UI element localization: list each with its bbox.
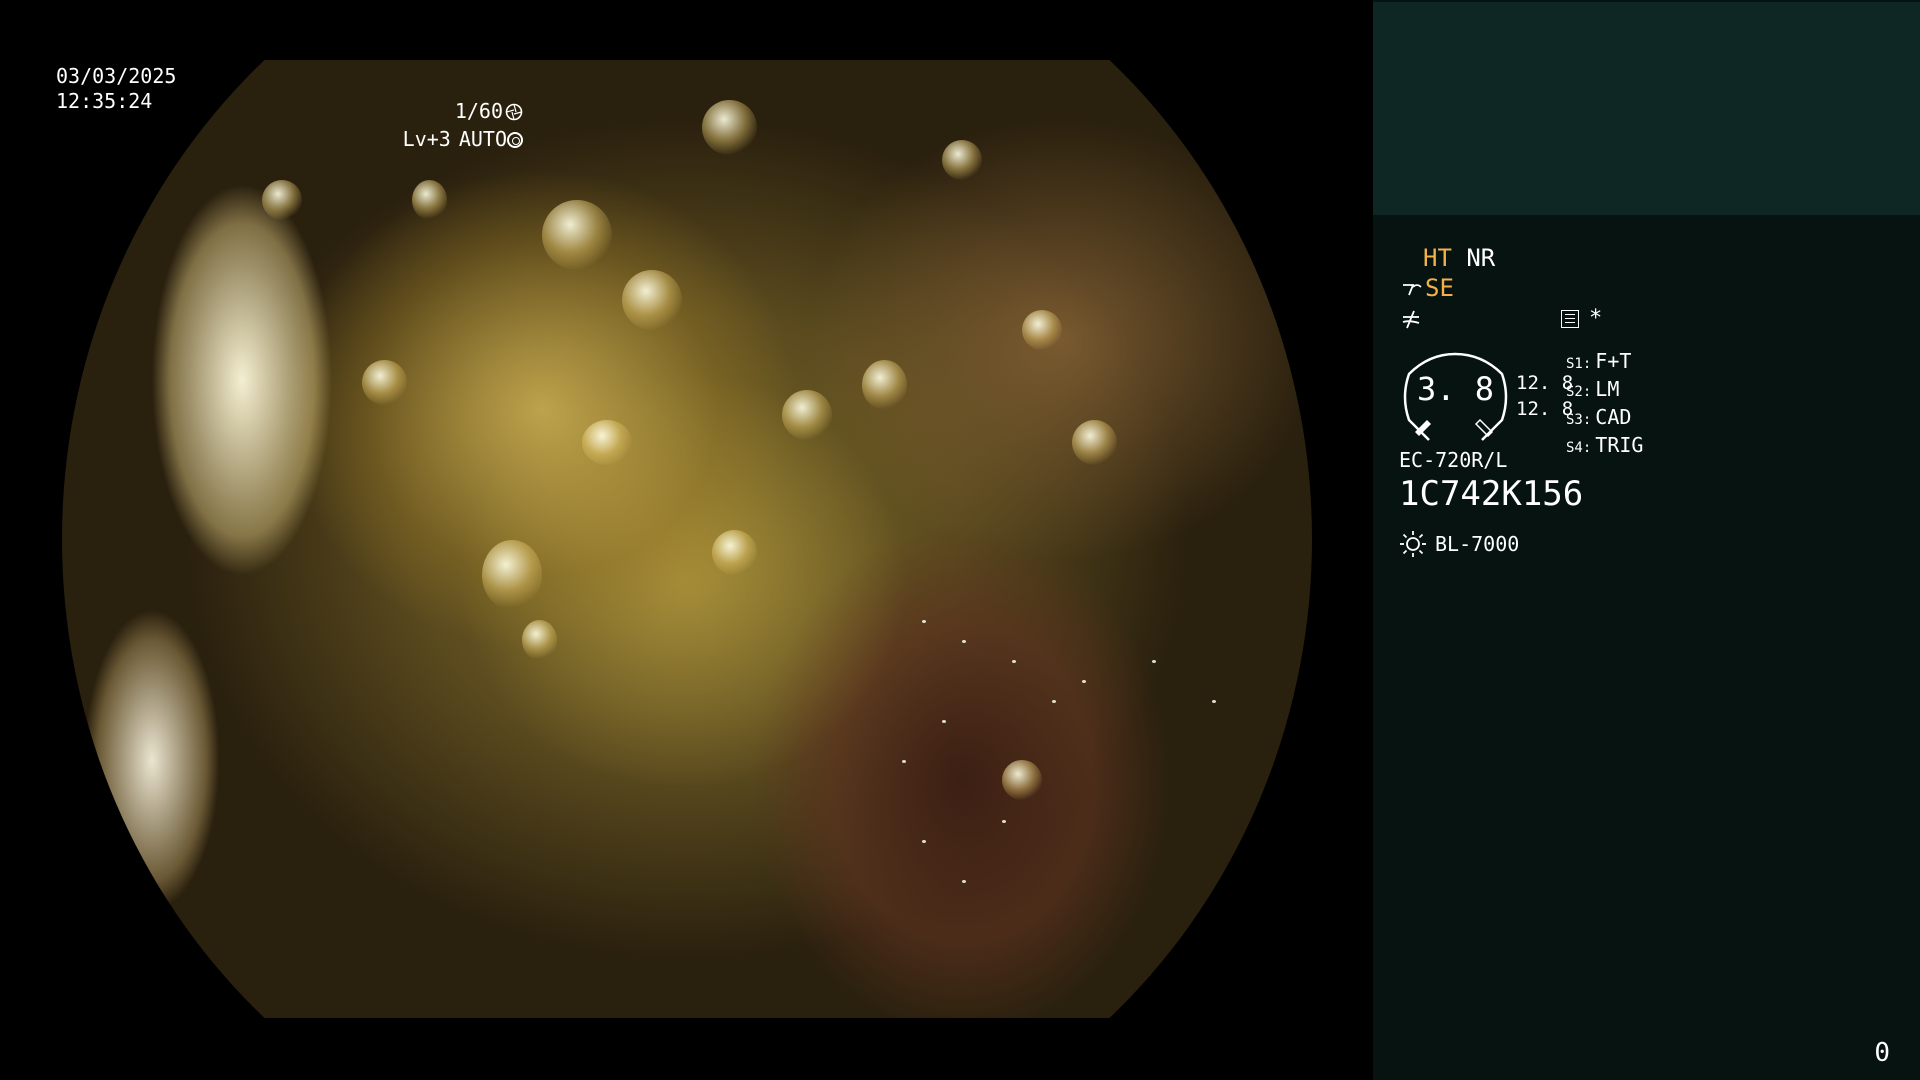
light-source-row: BL-7000 [1399,530,1519,558]
speck [1012,660,1016,663]
se-status: SE [1401,274,1454,302]
shutter-speed-text: 1/60 [454,99,503,123]
level-text: Lv+3 [402,127,451,151]
bubble [702,100,757,155]
speck [1082,680,1086,683]
se-label: SE [1425,274,1454,302]
switch-s4: S4: TRIG [1566,433,1644,457]
bubble [1022,310,1062,350]
time-text: 12:35:24 [56,89,153,113]
endoscope-video-area: 03/03/2025 12:35:24 1/60 Lv+3 AUTO [0,0,1373,1080]
endoscopy-monitor: 03/03/2025 12:35:24 1/60 Lv+3 AUTO HT NR [0,0,1920,1080]
bubble [262,180,302,220]
sun-icon [1400,531,1426,557]
speck [962,640,966,643]
aperture-icon [505,103,523,120]
endoscope-live-image [62,60,1312,1018]
gauge-side-value-2: 12. 8 [1516,398,1574,420]
mode-symbol-row: * [1401,306,1602,331]
scope-tip-icon [1403,284,1422,296]
speck [962,880,966,883]
bubble [862,360,907,410]
speck [1052,700,1056,703]
scope-switch-list: S1: F+T S2: LM S3: CAD S4: TRIG [1566,349,1643,461]
nr-label: NR [1466,244,1496,272]
bubble [412,180,447,220]
date-text: 03/03/2025 [56,64,177,88]
asterisk-mark: * [1589,306,1603,331]
bubble [1002,760,1042,800]
date-time-display: 03/03/2025 12:35:24 [56,64,176,114]
scope-model: EC-720R/L [1399,448,1508,472]
speck [922,840,926,843]
speck [902,760,906,763]
bubble [582,420,632,465]
bubble [712,530,757,575]
switch-s3: S3: CAD [1566,405,1632,429]
switch-s1: S1: F+T [1566,349,1632,373]
bubble [1072,420,1117,465]
ht-label: HT [1423,244,1452,272]
speck [1002,820,1006,823]
bubble [622,270,682,330]
gauge-side-value-1: 12. 8 [1516,372,1574,394]
brightness-level-display: Lv+3 AUTO [403,127,523,152]
bubble [542,200,612,270]
light-source-text: BL-7000 [1435,532,1520,556]
gauge-value: 3. 8 [1416,370,1495,408]
not-equal-icon [1402,310,1420,328]
switch-s2: S2: LM [1566,377,1620,401]
menu-icon [1561,309,1579,328]
bubble [522,620,557,660]
endoscope-image-frame [62,60,1312,1018]
iris-mode-text: AUTO [458,127,507,151]
insertion-gauge: 3. 8 [1399,352,1512,442]
bubble [482,540,542,610]
bubble [942,140,982,180]
speck [942,720,946,723]
image-counter: 0 [1874,1038,1890,1068]
speck [1152,660,1156,663]
thumbnail-area [1373,2,1920,215]
bubble [782,390,832,440]
bubble [362,360,407,405]
scope-serial: 1C742K156 [1399,474,1584,514]
shutter-display: 1/60 [455,99,523,124]
speck [1212,700,1216,703]
speck [922,620,926,623]
ht-nr-status: HT NR [1423,244,1495,272]
iris-icon [507,131,523,148]
